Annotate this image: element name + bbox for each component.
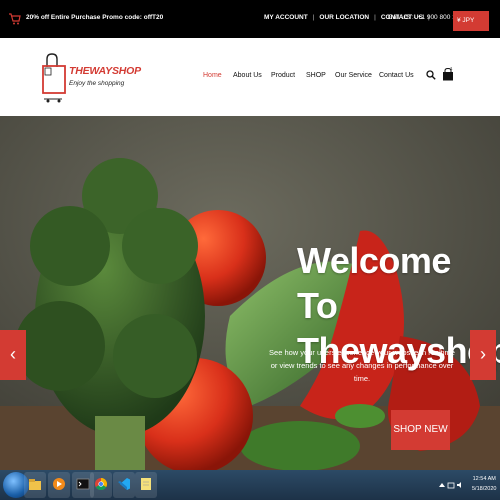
nav-about-us[interactable]: About Us: [233, 72, 262, 79]
nav-contact-us[interactable]: Contact Us: [379, 72, 414, 79]
media-player-icon: [53, 478, 65, 490]
notes-icon: [141, 478, 151, 490]
terminal-icon: [76, 478, 90, 490]
my-account-link[interactable]: MY ACCOUNT: [264, 14, 308, 21]
nav-our-service[interactable]: Our Service: [335, 72, 372, 79]
hero-slider: Welcome To Thewayshop See how your users…: [0, 116, 500, 470]
hero-description: See how your users experience your websi…: [269, 348, 455, 383]
clock-date: 5/18/2020: [472, 486, 497, 492]
windows-taskbar: 12:54 AM 5/18/2020: [0, 470, 500, 500]
shop-new-button[interactable]: SHOP NEW: [391, 410, 450, 450]
logo-tagline: Enjoy the shopping: [69, 80, 125, 87]
vscode-icon: [118, 478, 130, 490]
nav-home[interactable]: Home: [203, 72, 222, 79]
taskbar-clock[interactable]: 12:54 AM 5/18/2020: [472, 474, 496, 494]
nav-product[interactable]: Product: [271, 72, 295, 79]
divider: |: [312, 14, 315, 21]
cart-icon: [9, 13, 21, 25]
top-bar: 20% off Entire Purchase Promo code: offT…: [0, 0, 500, 38]
our-location-link[interactable]: OUR LOCATION: [319, 14, 369, 21]
clock-time: 12:54 AM: [472, 476, 496, 482]
promo-text: 20% off Entire Purchase Promo code: offT…: [26, 14, 164, 21]
taskbar-explorer[interactable]: [24, 472, 46, 498]
slider-next-button[interactable]: ›: [470, 330, 496, 380]
divider: |: [374, 14, 376, 21]
taskbar-notes[interactable]: [135, 472, 157, 498]
taskbar-vscode[interactable]: [113, 472, 135, 498]
site-header: THEWAYSHOP Enjoy the shopping Home About…: [0, 38, 500, 117]
taskbar-chrome[interactable]: [90, 472, 112, 498]
chrome-icon: [95, 478, 108, 491]
logo[interactable]: THEWAYSHOP Enjoy the shopping: [42, 51, 141, 106]
logo-brand: THEWAYSHOP: [69, 65, 141, 77]
search-icon[interactable]: [426, 70, 436, 80]
slider-prev-button[interactable]: ‹: [0, 330, 26, 380]
call-us-text: Call US :- +1 900 800 100: [388, 14, 463, 21]
taskbar-media-player[interactable]: [48, 472, 70, 498]
file-explorer-icon: [29, 479, 41, 490]
system-tray-icons[interactable]: [438, 481, 464, 489]
nav-shop[interactable]: SHOP: [306, 72, 326, 79]
currency-select[interactable]: ¥ JPY: [453, 11, 489, 31]
shopping-bag-icon: [42, 53, 66, 103]
cart-count-badge: 1: [450, 66, 453, 71]
